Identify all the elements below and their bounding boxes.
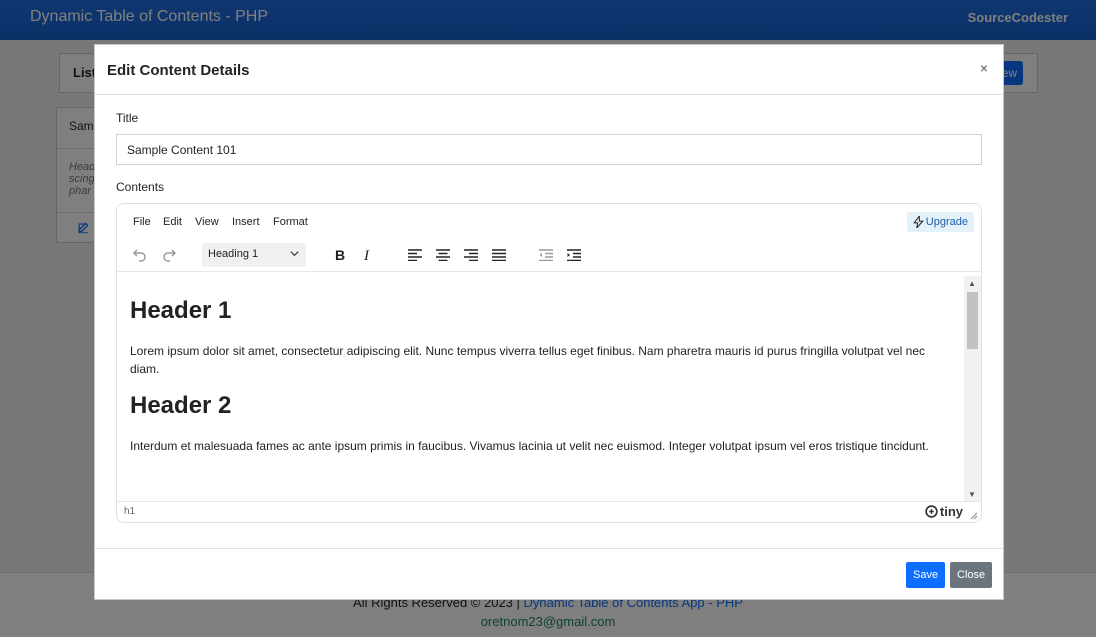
upgrade-button[interactable]: Upgrade <box>906 212 974 232</box>
upgrade-label: Upgrade <box>925 216 968 228</box>
modal-footer: Save Close <box>95 548 1003 601</box>
tiny-logo[interactable]: tiny <box>925 504 963 519</box>
undo-icon[interactable] <box>129 244 151 266</box>
modal-header: Edit Content Details × <box>95 45 1003 95</box>
scrollbar-thumb[interactable] <box>967 292 978 349</box>
content-heading-2: Header 2 <box>130 392 232 419</box>
chevron-down-icon <box>290 251 299 257</box>
scroll-down-icon[interactable]: ▼ <box>968 490 976 499</box>
editor-menubar: File Edit View Insert Format Upgrade <box>117 204 981 240</box>
bold-icon[interactable]: B <box>329 244 351 266</box>
menu-insert[interactable]: Insert <box>232 216 260 228</box>
menu-file[interactable]: File <box>133 216 151 228</box>
close-button[interactable]: Close <box>950 562 993 588</box>
tiny-icon <box>925 505 938 518</box>
outdent-icon[interactable] <box>535 244 557 266</box>
italic-icon[interactable]: I <box>357 244 379 266</box>
svg-text:B: B <box>335 248 345 262</box>
scroll-up-icon[interactable]: ▲ <box>968 279 976 288</box>
title-input[interactable] <box>116 134 982 165</box>
edit-content-modal: Edit Content Details × Title Contents Fi… <box>94 44 1004 600</box>
block-format-value: Heading 1 <box>208 248 259 260</box>
menu-edit[interactable]: Edit <box>163 216 182 228</box>
editor-content[interactable]: Header 1 Lorem ipsum dolor sit amet, con… <box>117 276 963 502</box>
modal-title: Edit Content Details <box>107 62 250 79</box>
justify-icon[interactable] <box>488 244 510 266</box>
menu-format[interactable]: Format <box>273 216 308 228</box>
content-heading-1: Header 1 <box>130 297 232 324</box>
content-paragraph-2: Interdum et malesuada fames ac ante ipsu… <box>130 439 929 453</box>
content-paragraph-1: Lorem ipsum dolor sit amet, consectetur … <box>130 344 926 376</box>
editor-statusbar: h1 tiny <box>117 501 981 522</box>
close-icon[interactable]: × <box>980 60 988 76</box>
svg-text:I: I <box>363 248 370 262</box>
redo-icon[interactable] <box>158 244 180 266</box>
align-right-icon[interactable] <box>460 244 482 266</box>
block-format-select[interactable]: Heading 1 <box>202 243 306 267</box>
rich-text-editor: File Edit View Insert Format Upgrade Hea… <box>116 203 982 523</box>
lightning-icon <box>912 216 924 228</box>
title-label: Title <box>116 111 139 125</box>
save-button[interactable]: Save <box>906 562 946 588</box>
resize-handle-icon[interactable] <box>970 512 978 520</box>
indent-icon[interactable] <box>563 244 585 266</box>
align-left-icon[interactable] <box>404 244 426 266</box>
align-center-icon[interactable] <box>432 244 454 266</box>
contents-label: Contents <box>116 180 165 194</box>
element-path[interactable]: h1 <box>124 506 135 517</box>
editor-toolbar: Heading 1 B I <box>117 240 981 272</box>
editor-scrollbar[interactable]: ▲ ▼ <box>964 276 981 502</box>
tiny-brand-label: tiny <box>939 504 963 519</box>
menu-view[interactable]: View <box>195 216 219 228</box>
